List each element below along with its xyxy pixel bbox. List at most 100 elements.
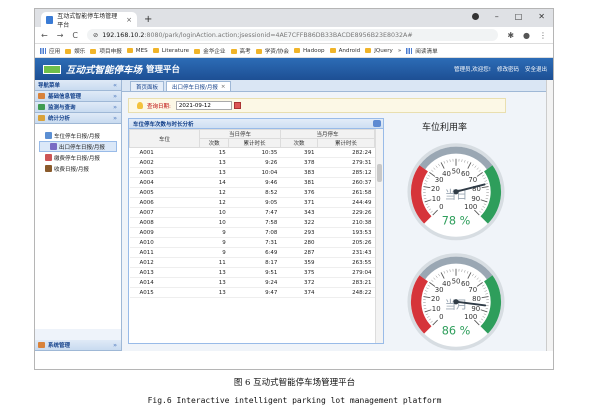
- table-row[interactable]: A011 9 6:49 287 231:43: [129, 247, 375, 258]
- sidebar-item-space-report[interactable]: 车位停车日报/月报: [35, 130, 121, 141]
- tab-exit-report[interactable]: 出口停车日报/月报 ×: [166, 81, 232, 91]
- bookmark-item[interactable]: Literature: [152, 47, 189, 54]
- table-row[interactable]: A010 9 7:31 280 205:26: [129, 237, 375, 248]
- maximize-icon[interactable]: □: [515, 12, 523, 21]
- collapse-icon[interactable]: «: [113, 82, 117, 89]
- scroll-thumb[interactable]: [377, 164, 382, 182]
- cell-value: 9:47: [228, 287, 281, 298]
- back-icon[interactable]: ←: [41, 31, 48, 40]
- cell-space: A002: [129, 157, 200, 168]
- bookmark-item[interactable]: 金华企业: [194, 47, 226, 55]
- cell-value: 229:26: [317, 207, 375, 218]
- minimize-icon[interactable]: –: [495, 12, 499, 21]
- bookmark-item[interactable]: 学资/协会: [255, 47, 289, 55]
- forward-icon[interactable]: →: [57, 31, 64, 40]
- table-row[interactable]: A008 10 7:58 322 210:38: [129, 217, 375, 228]
- chart-icon: [45, 132, 52, 139]
- money-icon: [45, 165, 52, 172]
- tab-home[interactable]: 首页面板: [130, 81, 165, 91]
- record-icon[interactable]: [471, 13, 479, 20]
- cell-space: A009: [129, 227, 200, 238]
- table-row[interactable]: A009 9 7:08 293 193:53: [129, 227, 375, 238]
- sidebar-section-basic-info[interactable]: 基础信息管理»: [35, 91, 121, 102]
- cell-value: 283:21: [317, 277, 375, 288]
- table-row[interactable]: A001 15 10:35 391 282:24: [129, 147, 375, 158]
- close-tab-icon[interactable]: ×: [126, 16, 132, 24]
- table-row[interactable]: A002 13 9:26 378 279:31: [129, 157, 375, 168]
- sidebar-section-system[interactable]: 系统管理»: [35, 340, 121, 351]
- table-row[interactable]: A004 14 9:46 381 260:37: [129, 177, 375, 188]
- gauge-day: 010203040 50 60708090100当日78 %: [407, 143, 505, 241]
- cell-value: 9:51: [228, 267, 281, 278]
- menu-icon[interactable]: ⋮: [539, 31, 547, 40]
- cell-space: A006: [129, 197, 200, 208]
- cell-value: 10:04: [228, 167, 281, 178]
- gauge-tick-label: 40: [442, 280, 451, 288]
- cell-value: 391: [280, 147, 318, 158]
- reading-list[interactable]: 阅读清单: [406, 47, 438, 55]
- table-row[interactable]: A005 12 8:52 376 261:58: [129, 187, 375, 198]
- logout-link[interactable]: 安全退出: [525, 65, 547, 73]
- figure-caption-en: Fig.6 Interactive intelligent parking lo…: [147, 396, 442, 405]
- sidebar-section-monitor[interactable]: 监测与查询»: [35, 102, 121, 113]
- col-month-count[interactable]: 次数: [279, 138, 319, 148]
- bookmark-item[interactable]: 娱乐: [65, 47, 85, 55]
- cell-value: 7:47: [228, 207, 281, 218]
- cell-value: 9:46: [228, 177, 281, 188]
- table-row[interactable]: A015 13 9:47 374 248:22: [129, 287, 375, 298]
- close-icon[interactable]: ×: [221, 84, 226, 90]
- new-tab-icon[interactable]: +: [144, 14, 152, 25]
- cell-value: 260:37: [317, 177, 375, 188]
- reload-icon[interactable]: C: [72, 31, 78, 40]
- cell-space: A007: [129, 207, 200, 218]
- table-row[interactable]: A006 12 9:05 371 244:49: [129, 197, 375, 208]
- cell-space: A013: [129, 267, 200, 278]
- close-window-icon[interactable]: ✕: [538, 12, 545, 21]
- col-day-header: 当日停车: [199, 129, 281, 139]
- gauge-tick-label: 0: [439, 203, 443, 211]
- sidebar-item-payment-report[interactable]: 缴费停车日报/月报: [35, 152, 121, 163]
- bookmark-item[interactable]: MES: [126, 47, 148, 54]
- table-row[interactable]: A013 13 9:51 375 279:04: [129, 267, 375, 278]
- gauge-tick-label: 90: [471, 305, 480, 313]
- date-input[interactable]: [175, 101, 232, 110]
- sidebar-section-statistics[interactable]: 统计分析»: [35, 113, 121, 124]
- table-row[interactable]: A014 13 9:24 372 283:21: [129, 277, 375, 288]
- cell-value: 210:38: [317, 217, 375, 228]
- bookmark-item[interactable]: 项目申报: [90, 47, 122, 55]
- sidebar-item-fee-report[interactable]: 收费日报/月报: [35, 163, 121, 174]
- gauge-tick-label: 50: [452, 168, 461, 176]
- col-day-count[interactable]: 次数: [198, 138, 230, 148]
- gauge-hub: [453, 189, 459, 195]
- page-scrollbar[interactable]: [546, 80, 553, 351]
- url-input[interactable]: ⊘ 192.168.10.2:8080/park/loginAction.act…: [87, 29, 499, 41]
- bookmarks-more[interactable]: »: [398, 48, 401, 54]
- bookmark-item[interactable]: JQuery: [365, 47, 393, 54]
- browser-tab[interactable]: 互动式智能停车场管理平台 ×: [41, 12, 137, 29]
- col-month-time[interactable]: 累计时长: [317, 138, 375, 148]
- cell-space: A011: [129, 247, 200, 258]
- profile-icon[interactable]: ●: [523, 31, 530, 40]
- sidebar-item-exit-report[interactable]: 出口停车日报/月报: [39, 141, 117, 152]
- calendar-icon[interactable]: [233, 102, 241, 109]
- col-space-header[interactable]: 车位: [129, 129, 200, 148]
- table-row[interactable]: A003 13 10:04 383 285:12: [129, 167, 375, 178]
- gauge-tick-label: 100: [464, 203, 477, 211]
- gauge-tick-label: 100: [464, 313, 477, 321]
- table-row[interactable]: A007 10 7:47 343 229:26: [129, 207, 375, 218]
- bookmark-item[interactable]: Android: [329, 47, 360, 54]
- extensions-icon[interactable]: ✱: [507, 31, 514, 40]
- change-password-link[interactable]: 修改密码: [497, 65, 519, 73]
- table-row[interactable]: A012 11 8:17 359 263:55: [129, 257, 375, 268]
- bookmark-item[interactable]: Hadoop: [293, 47, 325, 54]
- collapse-panel-icon[interactable]: [373, 120, 381, 127]
- chevron-up-icon: »: [113, 114, 117, 122]
- bookmark-apps[interactable]: 应用: [40, 47, 60, 55]
- chevron-down-icon: »: [113, 92, 117, 100]
- cell-value: 374: [280, 287, 318, 298]
- cell-space: A008: [129, 217, 200, 228]
- bookmark-item[interactable]: 高考: [230, 47, 251, 55]
- table-scrollbar[interactable]: [375, 129, 383, 343]
- cell-value: 9:24: [228, 277, 281, 288]
- col-day-time[interactable]: 累计时长: [228, 138, 281, 148]
